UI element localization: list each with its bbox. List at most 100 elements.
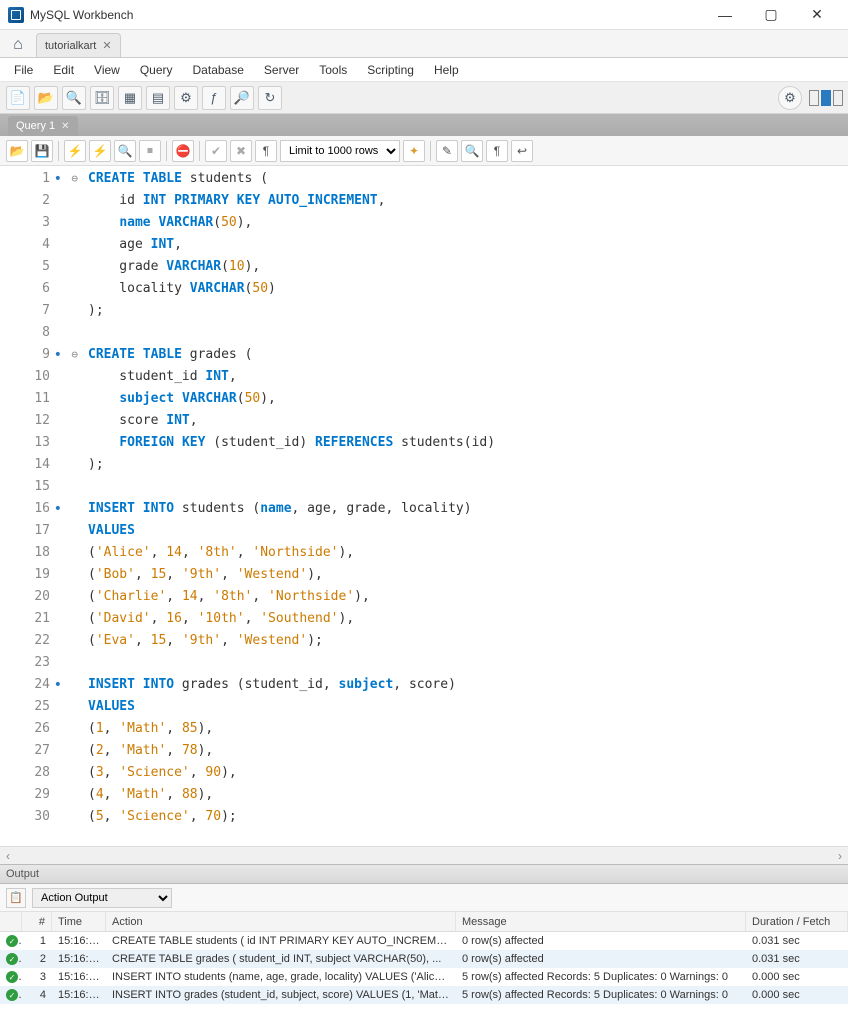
- invisible-chars-icon[interactable]: ¶: [486, 140, 508, 162]
- horizontal-scrollbar[interactable]: ‹ ›: [0, 846, 848, 864]
- scroll-right-icon[interactable]: ›: [832, 849, 848, 863]
- col-index[interactable]: #: [22, 912, 52, 931]
- panel-right-icon[interactable]: [833, 90, 843, 106]
- code-line[interactable]: locality VARCHAR(50): [88, 278, 848, 300]
- panel-left-icon[interactable]: [809, 90, 819, 106]
- menu-query[interactable]: Query: [130, 63, 183, 77]
- line-number: 20: [0, 586, 50, 608]
- code-line[interactable]: (5, 'Science', 70);: [88, 806, 848, 828]
- explain-icon[interactable]: 🔍: [114, 140, 136, 162]
- search-icon[interactable]: 🔍: [461, 140, 483, 162]
- line-number: 30: [0, 806, 50, 828]
- row-limit-select[interactable]: Limit to 1000 rows: [280, 140, 400, 162]
- rollback-icon[interactable]: ✖: [230, 140, 252, 162]
- new-schema-icon[interactable]: 🗄: [90, 86, 114, 110]
- save-file-icon[interactable]: 💾: [31, 140, 53, 162]
- output-clear-icon[interactable]: 📋: [6, 888, 26, 908]
- menu-server[interactable]: Server: [254, 63, 309, 77]
- code-line[interactable]: ('David', 16, '10th', 'Southend'),: [88, 608, 848, 630]
- code-area[interactable]: CREATE TABLE students ( id INT PRIMARY K…: [60, 166, 848, 846]
- new-sql-tab-icon[interactable]: 📄: [6, 86, 30, 110]
- code-line[interactable]: ('Bob', 15, '9th', 'Westend'),: [88, 564, 848, 586]
- code-line[interactable]: [88, 322, 848, 344]
- menu-tools[interactable]: Tools: [309, 63, 357, 77]
- col-duration[interactable]: Duration / Fetch: [746, 912, 848, 931]
- code-line[interactable]: (2, 'Math', 78),: [88, 740, 848, 762]
- code-line[interactable]: subject VARCHAR(50),: [88, 388, 848, 410]
- code-line[interactable]: (3, 'Science', 90),: [88, 762, 848, 784]
- find-icon[interactable]: ✎: [436, 140, 458, 162]
- open-file-icon[interactable]: 📂: [6, 140, 28, 162]
- toggle-whitespace-icon[interactable]: ¶: [255, 140, 277, 162]
- toggle-autocommit-icon[interactable]: ⛔: [172, 140, 194, 162]
- code-line[interactable]: [88, 652, 848, 674]
- code-line[interactable]: id INT PRIMARY KEY AUTO_INCREMENT,: [88, 190, 848, 212]
- code-line[interactable]: student_id INT,: [88, 366, 848, 388]
- code-line[interactable]: CREATE TABLE students (: [88, 168, 848, 190]
- code-line[interactable]: ('Alice', 14, '8th', 'Northside'),: [88, 542, 848, 564]
- connection-tab-close-icon[interactable]: ✕: [102, 39, 111, 52]
- code-line[interactable]: FOREIGN KEY (student_id) REFERENCES stud…: [88, 432, 848, 454]
- output-row[interactable]: ✓215:16:59CREATE TABLE grades ( student_…: [0, 950, 848, 968]
- code-line[interactable]: CREATE TABLE grades (: [88, 344, 848, 366]
- code-line[interactable]: ('Charlie', 14, '8th', 'Northside'),: [88, 586, 848, 608]
- col-action[interactable]: Action: [106, 912, 456, 931]
- connection-tab[interactable]: tutorialkart ✕: [36, 33, 121, 57]
- query-tab-close-icon[interactable]: ✕: [61, 121, 69, 132]
- code-line[interactable]: (4, 'Math', 88),: [88, 784, 848, 806]
- panel-bottom-icon[interactable]: [821, 90, 831, 106]
- search-table-icon[interactable]: 🔎: [230, 86, 254, 110]
- new-function-icon[interactable]: ƒ: [202, 86, 226, 110]
- output-row[interactable]: ✓115:16:59CREATE TABLE students ( id INT…: [0, 932, 848, 950]
- code-line[interactable]: (1, 'Math', 85),: [88, 718, 848, 740]
- code-line[interactable]: VALUES: [88, 696, 848, 718]
- code-line[interactable]: grade VARCHAR(10),: [88, 256, 848, 278]
- code-line[interactable]: );: [88, 454, 848, 476]
- execute-current-icon[interactable]: ⚡: [89, 140, 111, 162]
- wrap-icon[interactable]: ↩: [511, 140, 533, 162]
- stop-icon[interactable]: ⏹: [139, 140, 161, 162]
- code-line[interactable]: age INT,: [88, 234, 848, 256]
- commit-icon[interactable]: ✔: [205, 140, 227, 162]
- inspector-icon[interactable]: 🔍: [62, 86, 86, 110]
- code-line[interactable]: [88, 476, 848, 498]
- menu-view[interactable]: View: [84, 63, 130, 77]
- output-mode-select[interactable]: Action Output: [32, 888, 172, 908]
- menu-help[interactable]: Help: [424, 63, 469, 77]
- query-tab[interactable]: Query 1 ✕: [8, 116, 78, 136]
- code-line[interactable]: VALUES: [88, 520, 848, 542]
- maximize-button[interactable]: ▢: [748, 0, 794, 30]
- code-line[interactable]: );: [88, 300, 848, 322]
- line-number: 14: [0, 454, 50, 476]
- settings-icon[interactable]: ⚙: [778, 86, 802, 110]
- minimize-button[interactable]: —: [702, 0, 748, 30]
- code-line[interactable]: INSERT INTO grades (student_id, subject,…: [88, 674, 848, 696]
- code-line[interactable]: ('Eva', 15, '9th', 'Westend');: [88, 630, 848, 652]
- execute-icon[interactable]: ⚡: [64, 140, 86, 162]
- new-view-icon[interactable]: ▤: [146, 86, 170, 110]
- reconnect-icon[interactable]: ↻: [258, 86, 282, 110]
- panel-toggle[interactable]: [808, 90, 844, 106]
- col-time[interactable]: Time: [52, 912, 106, 931]
- close-button[interactable]: ✕: [794, 0, 840, 30]
- menu-file[interactable]: File: [4, 63, 43, 77]
- sql-editor[interactable]: 1234567891011121314151617181920212223242…: [0, 166, 848, 846]
- code-line[interactable]: INSERT INTO students (name, age, grade, …: [88, 498, 848, 520]
- open-sql-file-icon[interactable]: 📂: [34, 86, 58, 110]
- home-icon[interactable]: ⌂: [4, 33, 32, 57]
- col-message[interactable]: Message: [456, 912, 746, 931]
- scroll-track[interactable]: [16, 848, 832, 864]
- row-time: 15:16:59: [52, 935, 106, 947]
- code-line[interactable]: score INT,: [88, 410, 848, 432]
- new-table-icon[interactable]: ▦: [118, 86, 142, 110]
- output-row[interactable]: ✓315:16:59INSERT INTO students (name, ag…: [0, 968, 848, 986]
- scroll-left-icon[interactable]: ‹: [0, 849, 16, 863]
- menu-edit[interactable]: Edit: [43, 63, 84, 77]
- new-procedure-icon[interactable]: ⚙: [174, 86, 198, 110]
- output-row[interactable]: ✓415:16:59INSERT INTO grades (student_id…: [0, 986, 848, 1004]
- menu-scripting[interactable]: Scripting: [357, 63, 424, 77]
- code-line[interactable]: name VARCHAR(50),: [88, 212, 848, 234]
- line-number: 21: [0, 608, 50, 630]
- beautify-icon[interactable]: ✦: [403, 140, 425, 162]
- menu-database[interactable]: Database: [183, 63, 254, 77]
